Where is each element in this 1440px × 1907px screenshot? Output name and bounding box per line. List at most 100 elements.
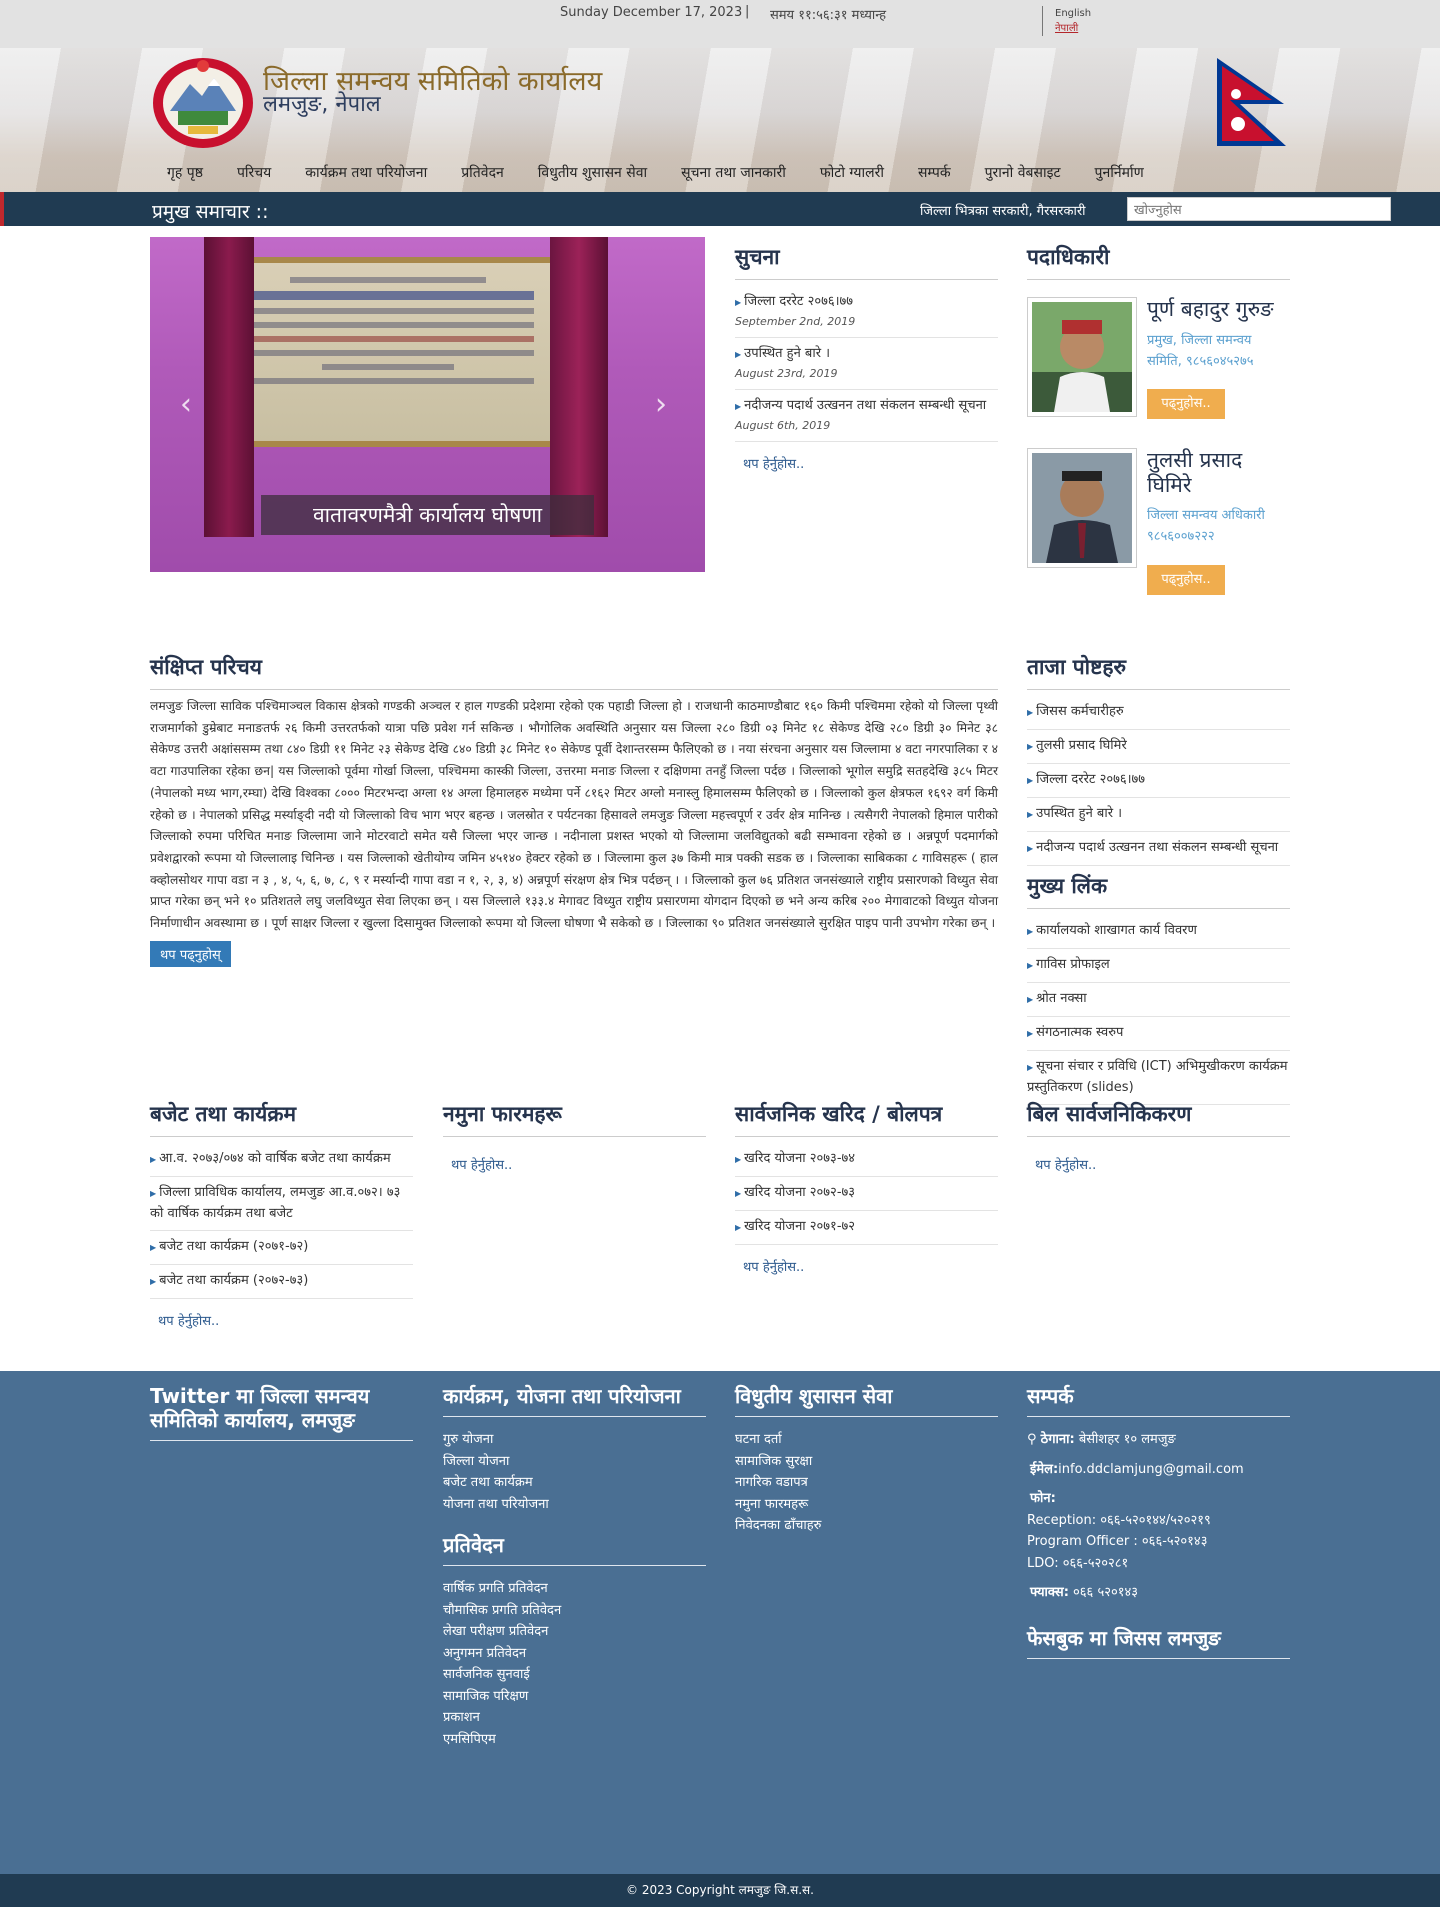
nepal-emblem-logo[interactable] (150, 56, 256, 150)
footer-link[interactable]: जिल्ला योजना (443, 1451, 706, 1473)
intro-title: संक्षिप्त परिचय (150, 653, 998, 690)
footer-link[interactable]: सामाजिक परिक्षण (443, 1686, 706, 1708)
nav-old-website[interactable]: पुरानो वेबसाइट (968, 162, 1078, 184)
official-read-more-button[interactable]: पढ्नुहोस.. (1147, 565, 1225, 595)
site-header: जिल्ला समन्वय समितिको कार्यालय लमजुङ, ने… (0, 48, 1440, 192)
bills-title: बिल सार्वजनिकिकरण (1027, 1100, 1290, 1137)
slide-image (218, 257, 558, 447)
procurement-item[interactable]: ▶ खरिद योजना २०७१-७२ (735, 1211, 998, 1245)
footer-link[interactable]: निवेदनका ढाँचाहरु (735, 1515, 998, 1537)
contact-phone: Program Officer : ०६६-५२०१४३ (1027, 1534, 1208, 1549)
bullet-icon: ▶ (735, 1223, 742, 1232)
footer-link[interactable]: चौमासिक प्रगति प्रतिवेदन (443, 1600, 706, 1622)
slide-caption: वातावरणमैत्री कार्यालय घोषणा (261, 495, 594, 535)
contact-email: ईमेल:info.ddclamjung@gmail.com (1030, 1461, 1244, 1477)
footer-facebook-title: फेसबुक मा जिसस लमजुङ (1027, 1626, 1290, 1659)
footer-link[interactable]: योजना तथा परियोजना (443, 1494, 706, 1516)
main-link-item[interactable]: ▶ श्रोत नक्सा (1027, 983, 1290, 1017)
lang-nepali-link[interactable]: नेपाली (1055, 21, 1091, 36)
bullet-icon: ▶ (735, 298, 742, 307)
notice-item[interactable]: ▶ नदीजन्य पदार्थ उत्खनन तथा संकलन सम्बन्ध… (735, 390, 998, 442)
footer-link[interactable]: अनुगमन प्रतिवेदन (443, 1643, 706, 1665)
nav-contact[interactable]: सम्पर्क (901, 162, 968, 184)
bullet-icon: ▶ (1027, 708, 1034, 717)
nepal-flag-icon (1217, 58, 1286, 146)
notice-item[interactable]: ▶ जिल्ला दररेट २०७६।७७ September 2nd, 2019 (735, 286, 998, 338)
bills-section: बिल सार्वजनिकिकरण थप हेर्नुहोस.. (1027, 1100, 1290, 1185)
current-time: समय ११:५६:३१ मध्यान्ह (770, 8, 887, 23)
slider-next-icon[interactable]: › (655, 387, 667, 422)
footer-link[interactable]: प्रकाशन (443, 1707, 706, 1729)
footer-link[interactable]: एमसिपिएम (443, 1729, 706, 1751)
email-link[interactable]: info.ddclamjung@gmail.com (1058, 1462, 1244, 1477)
latest-post-item[interactable]: ▶ नदीजन्य पदार्थ उत्खनन तथा संकलन सम्बन्ध… (1027, 832, 1290, 866)
bullet-icon: ▶ (1027, 776, 1034, 785)
main-link-item[interactable]: ▶ गाविस प्रोफाइल (1027, 949, 1290, 983)
official-photo (1027, 297, 1137, 417)
nav-photo-gallery[interactable]: फोटो ग्यालरी (803, 162, 901, 184)
procurement-item[interactable]: ▶ खरिद योजना २०७२-७३ (735, 1177, 998, 1211)
search-input[interactable] (1127, 197, 1391, 221)
footer-programs-title: कार्यक्रम, योजना तथा परियोजना (443, 1384, 706, 1417)
main-links-title: मुख्य लिंक (1027, 872, 1290, 909)
budget-item[interactable]: ▶ जिल्ला प्राविधिक कार्यालय, लमजुङ आ.व.०७… (150, 1177, 413, 1231)
nav-programs[interactable]: कार्यक्रम तथा परियोजना (288, 162, 444, 184)
budget-more-link[interactable]: थप हेर्नुहोस.. (150, 1299, 413, 1341)
footer-link[interactable]: सार्वजनिक सुनवाई (443, 1664, 706, 1686)
language-switch: English नेपाली (1042, 6, 1091, 36)
footer-twitter: Twitter मा जिल्ला समन्वय समितिको कार्याल… (150, 1384, 413, 1453)
official-photo (1027, 448, 1137, 568)
procurement-section: सार्वजनिक खरिद / बोलपत्र ▶ खरिद योजना २०७… (735, 1100, 998, 1287)
footer-link[interactable]: लेखा परीक्षण प्रतिवेदन (443, 1621, 706, 1643)
procurement-item[interactable]: ▶ खरिद योजना २०७३-७४ (735, 1143, 998, 1177)
bullet-icon: ▶ (1027, 742, 1034, 751)
main-link-item[interactable]: ▶ कार्यालयको शाखागत कार्य विवरण (1027, 915, 1290, 949)
notice-more-link[interactable]: थप हेर्नुहोस.. (735, 442, 998, 484)
latest-post-item[interactable]: ▶ जिल्ला दररेट २०७६।७७ (1027, 764, 1290, 798)
footer-link[interactable]: बजेट तथा कार्यक्रम (443, 1472, 706, 1494)
procurement-title: सार्वजनिक खरिद / बोलपत्र (735, 1100, 998, 1137)
slider-prev-icon[interactable]: ‹ (180, 387, 192, 422)
footer-link[interactable]: वार्षिक प्रगति प्रतिवेदन (443, 1578, 706, 1600)
contact-phone: LDO: ०६६-५२०२८१ (1027, 1555, 1129, 1571)
footer-contact-title: सम्पर्क (1027, 1384, 1290, 1417)
footer-link[interactable]: सामाजिक सुरक्षा (735, 1451, 998, 1473)
forms-more-link[interactable]: थप हेर्नुहोस.. (443, 1143, 706, 1185)
bills-more-link[interactable]: थप हेर्नुहोस.. (1027, 1143, 1290, 1185)
contact-fax: फ्याक्स: ०६६ ५२०१४३ (1030, 1585, 1139, 1600)
main-nav: गृह पृष्ठ परिचय कार्यक्रम तथा परियोजना प… (150, 162, 1161, 184)
ticker-message[interactable]: जिल्ला भित्रका सरकारी, गैरसरकारी (920, 201, 1096, 219)
footer-link[interactable]: नागरिक वडापत्र (735, 1472, 998, 1494)
footer-link[interactable]: घटना दर्ता (735, 1429, 998, 1451)
bullet-icon: ▶ (150, 1243, 157, 1252)
budget-item[interactable]: ▶ आ.व. २०७३/०७४ को वार्षिक बजेट तथा कार्य… (150, 1143, 413, 1177)
footer-programs: कार्यक्रम, योजना तथा परियोजना गुरु योजना… (443, 1384, 706, 1750)
main-link-item[interactable]: ▶ संगठनात्मक स्वरुप (1027, 1017, 1290, 1051)
latest-post-item[interactable]: ▶ उपस्थित हुने बारे । (1027, 798, 1290, 832)
notice-item[interactable]: ▶ उपस्थित हुने बारे । August 23rd, 2019 (735, 338, 998, 390)
nav-reports[interactable]: प्रतिवेदन (444, 162, 521, 184)
main-link-item[interactable]: ▶ सूचना संचार र प्रविधि (ICT) अभिमुखीकरण … (1027, 1051, 1290, 1105)
forms-section: नमुना फारमहरू थप हेर्नुहोस.. (443, 1100, 706, 1185)
nav-about[interactable]: परिचय (220, 162, 288, 184)
procurement-more-link[interactable]: थप हेर्नुहोस.. (735, 1245, 998, 1287)
nav-home[interactable]: गृह पृष्ठ (150, 162, 220, 184)
nav-egov[interactable]: विधुतीय शुसासन सेवा (521, 162, 664, 184)
news-ticker-bar: प्रमुख समाचार :: जिल्ला भित्रका सरकारी, … (0, 192, 1440, 226)
budget-item[interactable]: ▶ बजेट तथा कार्यक्रम (२०७१-७२) (150, 1231, 413, 1265)
bullet-icon: ▶ (150, 1189, 157, 1198)
latest-post-item[interactable]: ▶ जिसस कर्मचारीहरु (1027, 696, 1290, 730)
budget-item[interactable]: ▶ बजेट तथा कार्यक्रम (२०७२-७३) (150, 1265, 413, 1299)
intro-read-more-button[interactable]: थप पढ्नुहोस् (150, 940, 231, 967)
footer-link[interactable]: नमुना फारमहरू (735, 1494, 998, 1516)
site-footer: Twitter मा जिल्ला समन्वय समितिको कार्याल… (0, 1371, 1440, 1874)
nav-reconstruction[interactable]: पुनर्निर्माण (1078, 162, 1161, 184)
lang-english-link[interactable]: English (1055, 6, 1091, 21)
copyright-bar: © 2023 Copyright लमजुङ जि.स.स. (0, 1874, 1440, 1907)
nav-information[interactable]: सूचना तथा जानकारी (664, 162, 803, 184)
footer-reports-title: प्रतिवेदन (443, 1533, 706, 1566)
forms-title: नमुना फारमहरू (443, 1100, 706, 1137)
official-read-more-button[interactable]: पढ्नुहोस.. (1147, 389, 1225, 419)
latest-post-item[interactable]: ▶ तुलसी प्रसाद घिमिरे (1027, 730, 1290, 764)
footer-link[interactable]: गुरु योजना (443, 1429, 706, 1451)
